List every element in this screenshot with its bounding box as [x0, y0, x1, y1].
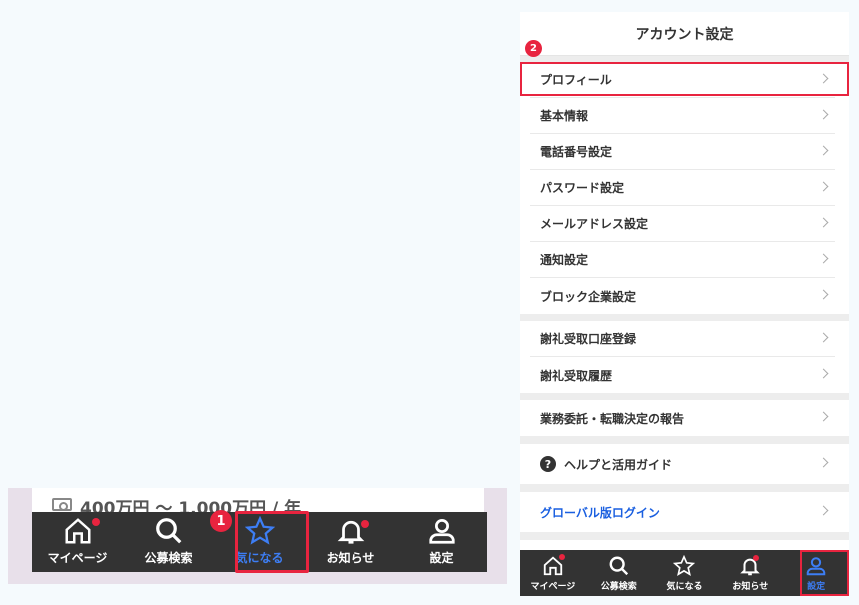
- help-group: ? ヘルプと活用ガイド: [520, 444, 849, 484]
- highlight-favorites: [235, 511, 309, 573]
- left-screen: 400万円 〜 1,000万円 / 年 マイページ 公募検索 気になる お知らせ…: [8, 488, 507, 584]
- search-icon: [155, 518, 181, 544]
- account-settings-group: プロフィール 基本情報 電話番号設定 パスワード設定 メールアドレス設定 通知設…: [520, 62, 849, 314]
- chevron-right-icon: [818, 411, 829, 422]
- menu-item-reward-history[interactable]: 謝礼受取履歴: [530, 357, 835, 393]
- nav-search[interactable]: 公募検索: [123, 512, 214, 572]
- chevron-right-icon: [818, 253, 829, 264]
- menu-item-notifications[interactable]: 通知設定: [530, 242, 835, 278]
- chevron-right-icon: [818, 217, 829, 228]
- chevron-right-icon: [818, 109, 829, 120]
- nav-label: 公募検索: [600, 582, 637, 592]
- nav-label: マイページ: [47, 551, 108, 565]
- chevron-right-icon: [818, 505, 829, 516]
- menu-item-password[interactable]: パスワード設定: [530, 170, 835, 206]
- nav-mypage[interactable]: マイページ: [520, 550, 586, 596]
- nav-notifications[interactable]: お知らせ: [305, 512, 396, 572]
- menu-item-help[interactable]: ? ヘルプと活用ガイド: [530, 444, 835, 484]
- nav-settings[interactable]: 設定: [396, 512, 487, 572]
- nav-label: 設定: [429, 551, 454, 565]
- notification-dot: [559, 554, 565, 560]
- menu-item-global-login[interactable]: グローバル版ログイン: [530, 492, 835, 532]
- chevron-right-icon: [818, 457, 829, 468]
- nav-favorites[interactable]: 気になる: [652, 550, 718, 596]
- menu-label: 業務委託・転職決定の報告: [540, 411, 685, 426]
- menu-label: 謝礼受取口座登録: [540, 332, 637, 346]
- home-icon: [65, 518, 90, 544]
- nav-label: 公募検索: [144, 551, 193, 565]
- search-icon: [609, 556, 628, 576]
- help-icon: ?: [540, 456, 556, 472]
- menu-label: メールアドレス設定: [540, 217, 649, 231]
- menu-label: ブロック企業設定: [540, 289, 637, 304]
- global-group: グローバル版ログイン: [520, 492, 849, 532]
- right-screen: アカウント設定 2 プロフィール 基本情報 電話番号設定 パスワード設定 メール…: [520, 12, 849, 596]
- nav-label: マイページ: [530, 582, 576, 592]
- menu-label: 謝礼受取履歴: [540, 368, 613, 383]
- page-title: アカウント設定: [520, 12, 849, 56]
- menu-label: 電話番号設定: [540, 145, 613, 159]
- nav-label: お知らせ: [326, 551, 375, 565]
- menu-label: グローバル版ログイン: [540, 505, 660, 520]
- chevron-right-icon: [818, 368, 829, 379]
- menu-label: 基本情報: [540, 109, 589, 123]
- menu-item-report[interactable]: 業務委託・転職決定の報告: [530, 400, 835, 436]
- menu-label: ヘルプと活用ガイド: [564, 457, 673, 472]
- menu-label: 通知設定: [540, 253, 589, 267]
- chevron-right-icon: [818, 332, 829, 343]
- menu-item-phone[interactable]: 電話番号設定: [530, 134, 835, 170]
- chevron-right-icon: [818, 181, 829, 192]
- step-badge-2: 2: [525, 40, 542, 57]
- user-icon: [428, 519, 455, 544]
- money-icon: [52, 498, 72, 511]
- chevron-right-icon: [818, 145, 829, 156]
- nav-label: お知らせ: [732, 582, 769, 592]
- nav-mypage[interactable]: マイページ: [32, 512, 123, 572]
- menu-item-reward-account[interactable]: 謝礼受取口座登録: [530, 321, 835, 357]
- notification-dot: [361, 520, 369, 528]
- menu-item-block-companies[interactable]: ブロック企業設定: [530, 278, 835, 314]
- step-badge-1: 1: [210, 510, 232, 532]
- report-group: 業務委託・転職決定の報告: [520, 400, 849, 436]
- highlight-profile: [520, 62, 849, 96]
- star-icon: [673, 555, 696, 576]
- nav-notifications[interactable]: お知らせ: [717, 550, 783, 596]
- nav-label: 気になる: [666, 582, 703, 592]
- partial-row: [520, 540, 849, 550]
- notification-dot: [92, 518, 100, 526]
- menu-label: パスワード設定: [540, 181, 625, 195]
- menu-item-basic-info[interactable]: 基本情報: [530, 98, 835, 134]
- highlight-settings: [800, 550, 849, 596]
- reward-group: 謝礼受取口座登録 謝礼受取履歴: [520, 321, 849, 393]
- nav-search[interactable]: 公募検索: [586, 550, 652, 596]
- chevron-right-icon: [818, 289, 829, 300]
- menu-item-email[interactable]: メールアドレス設定: [530, 206, 835, 242]
